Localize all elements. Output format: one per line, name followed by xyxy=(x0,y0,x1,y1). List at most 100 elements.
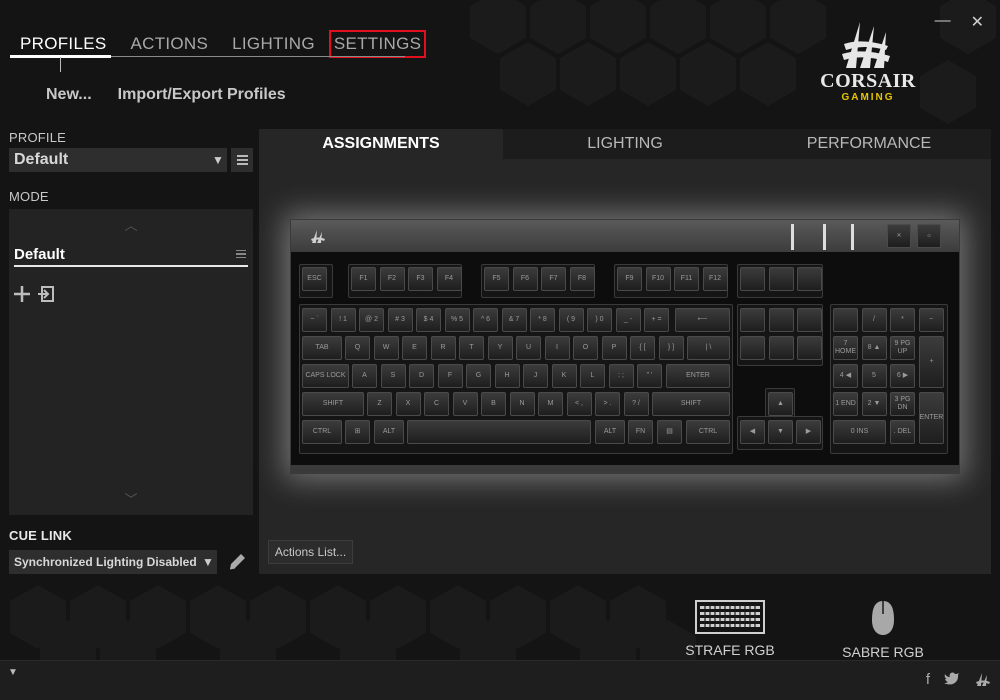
key-f3[interactable]: F3 xyxy=(408,267,433,291)
key-arrow-down[interactable]: ▼ xyxy=(768,420,793,444)
tab-performance[interactable]: PERFORMANCE xyxy=(747,129,991,159)
tab-assignments[interactable]: ASSIGNMENTS xyxy=(259,129,503,159)
device-strafe-rgb[interactable]: STRAFE RGB xyxy=(682,600,778,658)
key-number[interactable]: ^ 6 xyxy=(473,308,498,332)
key-numpad[interactable]: 9 PG UP xyxy=(890,336,915,360)
key-numpad-plus[interactable]: + xyxy=(919,336,944,388)
key-nav[interactable] xyxy=(768,336,794,360)
key-tab[interactable]: TAB xyxy=(302,336,342,360)
key-letter[interactable]: Y xyxy=(487,336,513,360)
key-letter[interactable]: B xyxy=(481,392,506,416)
key-mute[interactable]: ✕ xyxy=(887,224,911,248)
key-f5[interactable]: F5 xyxy=(484,267,509,291)
key-windows[interactable]: ⊞ xyxy=(345,420,370,444)
scroll-down-icon[interactable]: ﹀ xyxy=(9,489,253,508)
key-f11[interactable]: F11 xyxy=(674,267,699,291)
key-f12[interactable]: F12 xyxy=(702,267,728,291)
key-number[interactable]: ) 0 xyxy=(587,308,612,332)
minimize-button[interactable]: — xyxy=(935,12,951,32)
key-letter[interactable]: C xyxy=(424,392,449,416)
key-letter[interactable]: H xyxy=(494,364,520,388)
key-numpad-decimal[interactable]: . DEL xyxy=(890,420,915,444)
key-letter[interactable]: I xyxy=(544,336,570,360)
key-letter[interactable]: : ; xyxy=(608,364,634,388)
key-space[interactable] xyxy=(407,420,591,444)
key-numpad[interactable]: * xyxy=(890,308,915,332)
key-letter[interactable]: " ' xyxy=(637,364,662,388)
key-caps-lock[interactable]: CAPS LOCK xyxy=(302,364,349,388)
key-numpad[interactable] xyxy=(833,308,858,332)
key-f6[interactable]: F6 xyxy=(512,267,538,291)
key-number[interactable]: ~ ` xyxy=(302,308,327,332)
key-number[interactable]: ( 9 xyxy=(558,308,584,332)
key-esc[interactable]: ESC xyxy=(302,267,327,291)
edit-pencil-icon[interactable] xyxy=(226,551,248,573)
key-letter[interactable]: Q xyxy=(345,336,370,360)
key-letter[interactable]: A xyxy=(352,364,377,388)
key-enter[interactable]: ENTER xyxy=(666,364,730,388)
key-letter[interactable]: E xyxy=(402,336,427,360)
key-number[interactable]: # 3 xyxy=(387,308,413,332)
key-backspace[interactable]: ⟵ xyxy=(675,308,730,332)
key-numpad-enter[interactable]: ENTER xyxy=(919,392,944,444)
key-letter[interactable]: F xyxy=(437,364,463,388)
key-numpad[interactable]: 3 PG DN xyxy=(890,392,915,416)
key-numpad[interactable]: − xyxy=(918,308,944,332)
import-export-link[interactable]: Import/Export Profiles xyxy=(118,86,286,104)
key-number[interactable]: * 8 xyxy=(530,308,555,332)
key-letter[interactable]: V xyxy=(452,392,478,416)
profile-menu-button[interactable] xyxy=(231,148,253,172)
key-f10[interactable]: F10 xyxy=(645,267,671,291)
key-letter[interactable]: K xyxy=(551,364,577,388)
twitter-icon[interactable] xyxy=(944,671,960,691)
key-letter[interactable]: T xyxy=(459,336,484,360)
key-numpad[interactable]: 7 HOME xyxy=(833,336,858,360)
key-ctrl-right[interactable]: CTRL xyxy=(686,420,730,444)
key-number[interactable]: @ 2 xyxy=(359,308,384,332)
key-numpad[interactable]: 2 ▼ xyxy=(861,392,887,416)
key-f2[interactable]: F2 xyxy=(379,267,405,291)
key-arrow-right[interactable]: ▶ xyxy=(796,420,821,444)
key-system[interactable] xyxy=(768,267,794,291)
key-letter[interactable]: U xyxy=(516,336,541,360)
key-number[interactable]: % 5 xyxy=(444,308,470,332)
key-letter[interactable]: O xyxy=(573,336,598,360)
key-brightness[interactable]: ☼ xyxy=(917,224,941,248)
key-letter[interactable]: Z xyxy=(367,392,392,416)
key-menu[interactable]: ▤ xyxy=(657,420,682,444)
scroll-up-icon[interactable]: ︿ xyxy=(9,215,253,234)
key-nav[interactable] xyxy=(797,308,822,332)
add-mode-icon[interactable] xyxy=(11,283,33,305)
expand-arrow-icon[interactable]: ▼ xyxy=(8,667,18,678)
key-letter[interactable]: R xyxy=(430,336,456,360)
import-mode-icon[interactable] xyxy=(35,283,57,305)
key-letter[interactable]: N xyxy=(509,392,535,416)
key-letter[interactable]: } ] xyxy=(658,336,684,360)
profile-dropdown[interactable]: Default ▼ xyxy=(9,148,227,172)
tab-actions[interactable]: ACTIONS xyxy=(120,30,218,58)
key-f8[interactable]: F8 xyxy=(569,267,595,291)
key-number[interactable]: + = xyxy=(644,308,669,332)
key-numpad[interactable]: 8 ▲ xyxy=(861,336,887,360)
key-arrow-up[interactable]: ▲ xyxy=(768,392,793,416)
key-letter[interactable]: G xyxy=(466,364,491,388)
key-nav[interactable] xyxy=(740,308,765,332)
device-sabre-rgb[interactable]: SABRE RGB xyxy=(835,600,931,660)
key-backslash[interactable]: | \ xyxy=(687,336,730,360)
key-letter[interactable]: S xyxy=(380,364,406,388)
key-numpad[interactable]: 6 ▶ xyxy=(890,364,915,388)
key-letter[interactable]: P xyxy=(601,336,627,360)
key-numpad[interactable]: / xyxy=(861,308,887,332)
key-alt-right[interactable]: ALT xyxy=(595,420,625,444)
key-fn[interactable]: FN xyxy=(628,420,653,444)
key-number[interactable]: $ 4 xyxy=(416,308,441,332)
key-f7[interactable]: F7 xyxy=(541,267,566,291)
key-shift-right[interactable]: SHIFT xyxy=(652,392,730,416)
key-arrow-left[interactable]: ◀ xyxy=(740,420,765,444)
key-shift-left[interactable]: SHIFT xyxy=(302,392,364,416)
key-nav[interactable] xyxy=(797,336,822,360)
key-f9[interactable]: F9 xyxy=(617,267,642,291)
key-number[interactable]: _ - xyxy=(615,308,641,332)
key-system[interactable] xyxy=(740,267,765,291)
key-letter[interactable]: J xyxy=(523,364,548,388)
